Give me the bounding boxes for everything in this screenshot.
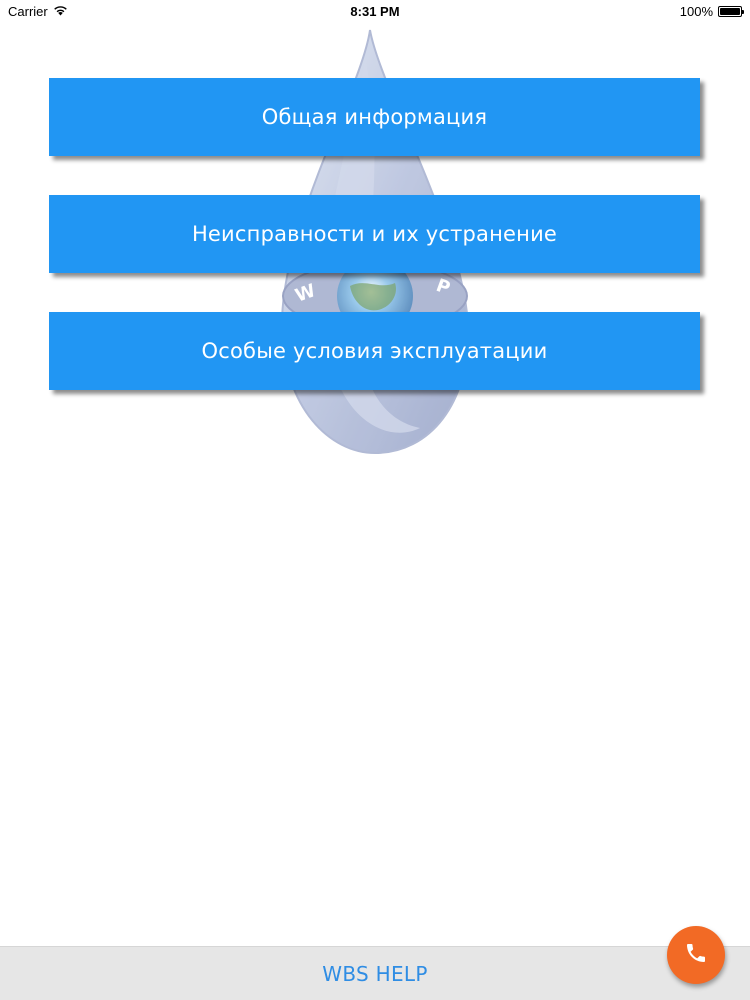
battery-icon — [718, 6, 744, 17]
general-info-button[interactable]: Общая информация — [49, 78, 700, 156]
status-bar: Carrier 8:31 PM 100% — [0, 0, 750, 24]
special-conditions-button[interactable]: Особые условия эксплуатации — [49, 312, 700, 390]
menu-item-label: Общая информация — [261, 105, 488, 129]
bottom-bar-title: WBS HELP — [322, 961, 428, 986]
status-right: 100% — [679, 4, 744, 19]
bottom-bar: WBS HELP — [0, 946, 750, 1000]
menu-item-label: Особые условия эксплуатации — [201, 339, 548, 363]
battery-fill — [720, 8, 740, 15]
phone-icon — [684, 941, 708, 970]
main-menu: Общая информация Неисправности и их устр… — [49, 78, 700, 429]
menu-item-label: Неисправности и их устранение — [191, 222, 558, 246]
app-screen: Carrier 8:31 PM 100% W P Общая информаци… — [0, 0, 750, 1000]
call-button[interactable] — [667, 926, 725, 984]
troubleshooting-button[interactable]: Неисправности и их устранение — [49, 195, 700, 273]
status-time: 8:31 PM — [350, 4, 400, 19]
battery-percent: 100% — [679, 4, 713, 19]
